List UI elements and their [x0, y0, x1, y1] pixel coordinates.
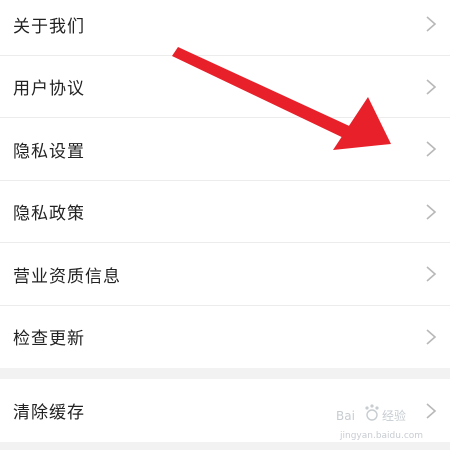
menu-item-privacy-policy[interactable]: 隐私政策: [0, 180, 450, 243]
menu-item-label: 隐私政策: [13, 204, 85, 225]
chevron-right-icon: [426, 79, 437, 95]
menu-item-label: 清除缓存: [13, 403, 85, 423]
watermark-suffix: 经验: [382, 408, 406, 423]
settings-menu-group-1: 关于我们 用户协议 隐私设置 隐私政策 营业资质信息 检查更新: [0, 0, 450, 368]
menu-item-label: 检查更新: [13, 329, 85, 350]
menu-item-check-update[interactable]: 检查更新: [0, 305, 450, 368]
menu-item-label: 营业资质信息: [13, 266, 121, 287]
paw-icon: [365, 404, 379, 421]
menu-item-label: 隐私设置: [13, 141, 85, 162]
menu-item-label: 关于我们: [13, 16, 85, 37]
menu-item-about-us[interactable]: 关于我们: [0, 0, 450, 56]
chevron-right-icon: [426, 204, 437, 220]
menu-item-business-license[interactable]: 营业资质信息: [0, 243, 450, 306]
chevron-right-icon: [426, 16, 437, 32]
chevron-right-icon: [426, 266, 437, 282]
chevron-right-icon: [426, 329, 437, 345]
watermark-url: jingyan.baidu.com: [339, 431, 423, 441]
baidu-jingyan-watermark: Bai 经验 jingyan.baidu.com: [336, 404, 423, 441]
chevron-right-icon: [426, 141, 437, 157]
menu-item-label: 用户协议: [13, 79, 85, 100]
menu-item-privacy-settings[interactable]: 隐私设置: [0, 118, 450, 181]
menu-item-user-agreement[interactable]: 用户协议: [0, 55, 450, 118]
watermark-brand: Bai: [336, 409, 355, 423]
settings-screen: 关于我们 用户协议 隐私设置 隐私政策 营业资质信息 检查更新 清除缓存 Bai…: [0, 0, 450, 450]
